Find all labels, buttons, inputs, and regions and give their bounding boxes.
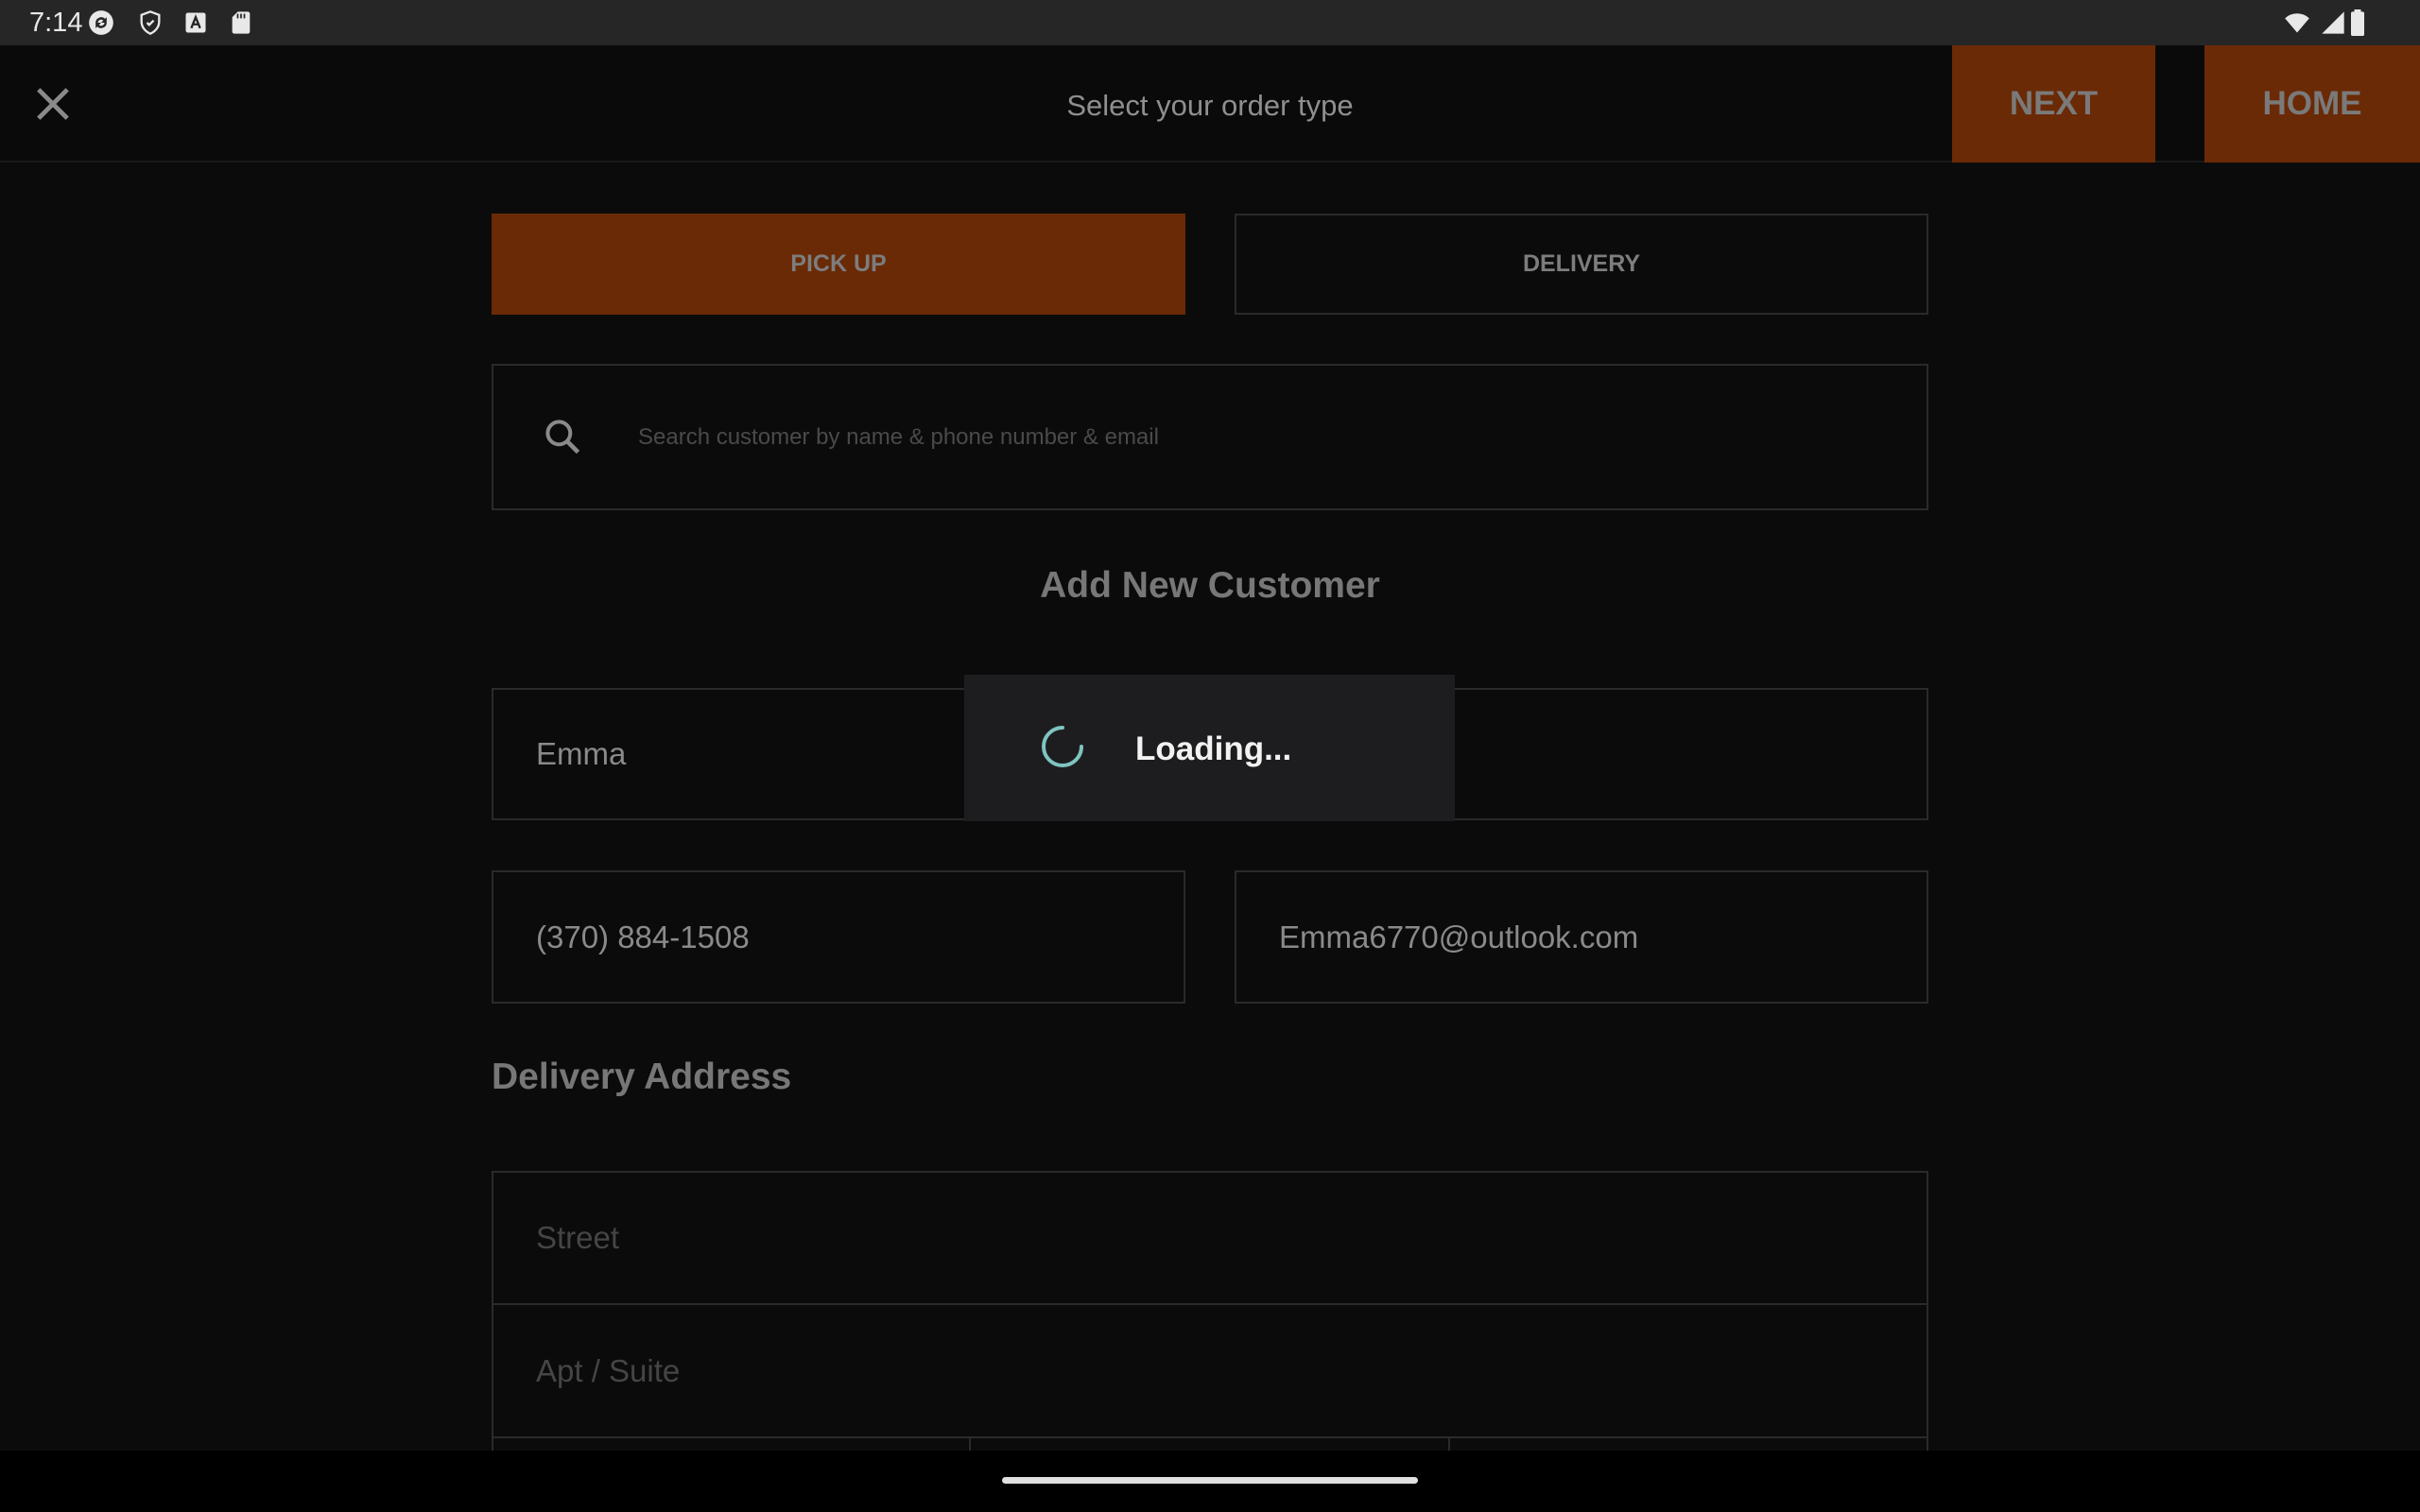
sync-icon [89, 10, 113, 35]
city-field[interactable] [492, 1436, 971, 1451]
loading-spinner-icon [1042, 726, 1083, 767]
customer-search-input[interactable] [638, 419, 1867, 456]
delivery-address-title: Delivery Address [492, 1057, 792, 1097]
shield-icon [140, 10, 161, 35]
close-icon[interactable] [28, 79, 78, 129]
battery-icon [2351, 9, 2364, 36]
cell-signal-icon [2322, 11, 2344, 34]
zip-field[interactable] [1448, 1436, 1928, 1451]
wifi-icon [2285, 13, 2309, 33]
delivery-option[interactable]: DELIVERY [1235, 214, 1928, 315]
status-bar [0, 0, 2420, 45]
state-field[interactable] [969, 1436, 1450, 1451]
sd-card-icon [232, 11, 251, 34]
phone-field[interactable] [492, 870, 1185, 1004]
next-button[interactable]: NEXT [1952, 45, 2155, 163]
home-gesture-handle[interactable] [1002, 1477, 1418, 1484]
email-field[interactable] [1235, 870, 1928, 1004]
street-field[interactable] [492, 1171, 1928, 1305]
status-time: 7:14 [29, 8, 83, 38]
loading-text: Loading... [1135, 730, 1292, 767]
apt-suite-field[interactable] [492, 1303, 1928, 1438]
add-new-customer-title: Add New Customer [1040, 565, 1380, 606]
page-title: Select your order type [1066, 89, 1354, 122]
home-button[interactable]: HOME [2204, 45, 2420, 163]
pickup-option[interactable]: PICK UP [492, 214, 1185, 315]
font-icon [185, 12, 206, 33]
search-icon [545, 420, 580, 455]
